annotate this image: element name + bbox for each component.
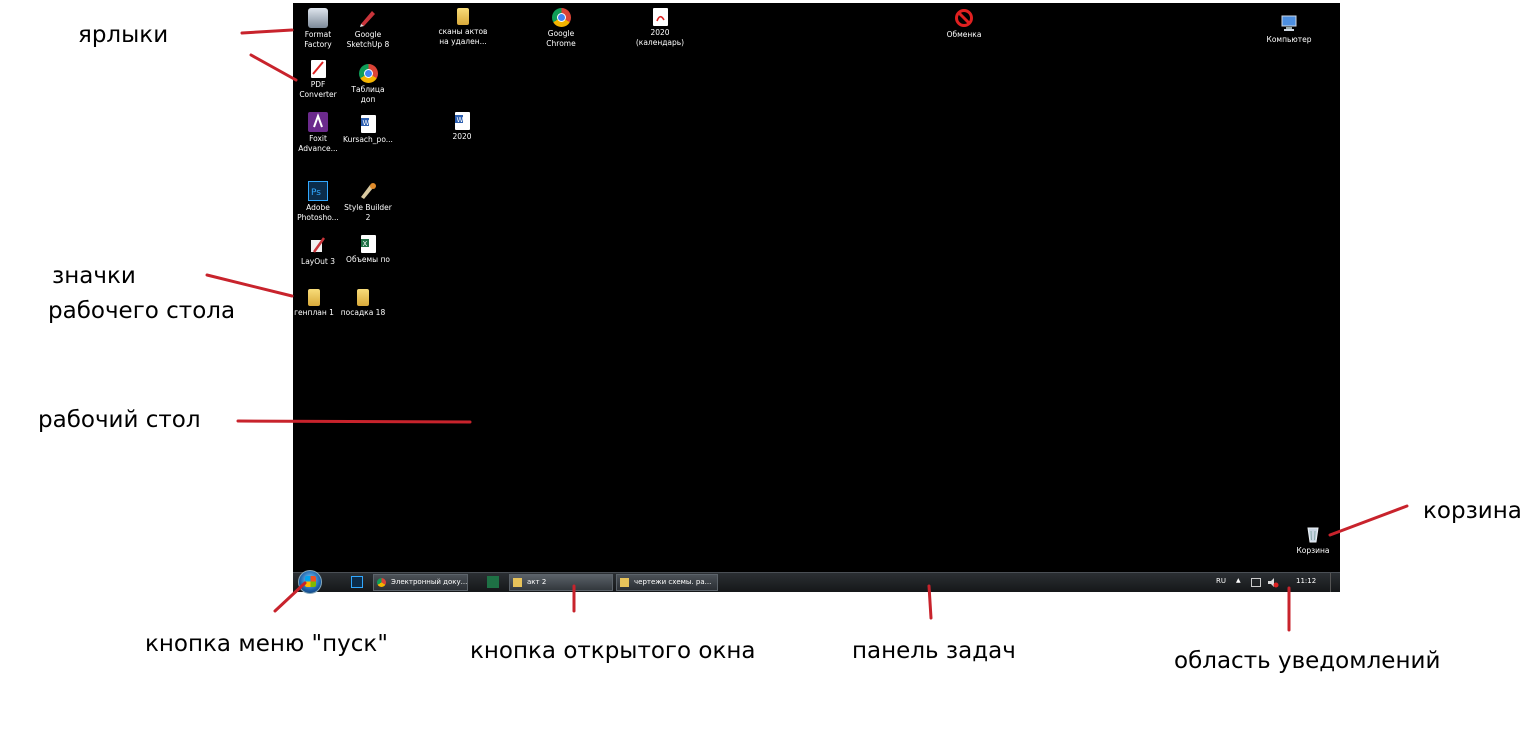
annotation-line-recycle-bin [1328, 504, 1409, 537]
annotation-start-button: кнопка меню "пуск" [145, 631, 388, 657]
annotation-lines [205, 28, 1409, 632]
annotation-line-start [273, 581, 307, 613]
annotation-desktop-icons-line2: рабочего стола [48, 298, 236, 324]
annotation-line-shortcuts-2 [249, 53, 298, 82]
annotation-line-desktop-icons [205, 273, 294, 298]
annotation-shortcuts: ярлыки [78, 22, 169, 48]
annotation-desktop: рабочий стол [38, 407, 201, 433]
annotation-taskbar: панель задач [852, 638, 1016, 664]
annotation-desktop-icons-line1: значки [52, 263, 136, 289]
annotation-line-shortcuts-1 [240, 28, 294, 35]
annotation-open-window-button: кнопка открытого окна [470, 638, 756, 664]
annotation-line-desktop [236, 419, 472, 424]
annotation-notification-area: область уведомлений [1174, 648, 1441, 674]
annotation-recycle-bin: корзина [1423, 498, 1522, 524]
annotation-line-taskbar [927, 584, 933, 620]
